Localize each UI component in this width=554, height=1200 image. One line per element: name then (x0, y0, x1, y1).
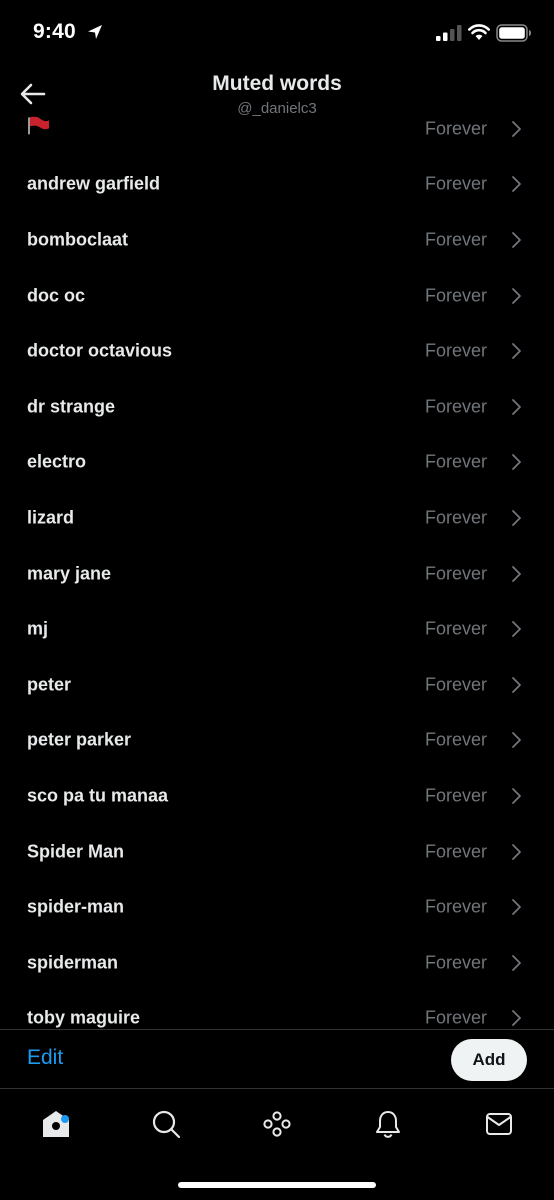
mute-duration: Forever (424, 841, 487, 862)
muted-word: andrew garfield (27, 173, 161, 194)
page-title: Muted words (212, 72, 342, 95)
mute-duration: Forever (424, 396, 487, 417)
battery-icon (496, 24, 531, 42)
bell-icon (376, 1111, 400, 1138)
edit-button[interactable]: Edit (27, 1046, 63, 1070)
muted-word: sco pa tu manaa (27, 785, 169, 806)
chevron-right-icon (512, 843, 521, 860)
mute-duration: Forever (424, 118, 487, 139)
search-icon (152, 1110, 181, 1139)
muted-word-row[interactable]: andrew garfield Forever (0, 157, 554, 213)
chevron-right-icon (512, 621, 521, 638)
mute-duration: Forever (424, 785, 487, 806)
muted-word: peter (27, 674, 72, 695)
muted-word-row[interactable]: Forever (0, 102, 554, 157)
spaces-icon (263, 1111, 291, 1137)
muted-word-row[interactable]: peter Forever (0, 657, 554, 713)
chevron-right-icon (512, 1010, 521, 1027)
muted-word: Spider Man (27, 841, 125, 862)
muted-word-row[interactable]: mary jane Forever (0, 546, 554, 602)
muted-word: dr strange (27, 396, 116, 417)
muted-word-row[interactable]: doc oc Forever (0, 268, 554, 324)
mute-duration: Forever (424, 563, 487, 584)
muted-word: lizard (27, 507, 75, 528)
chevron-right-icon (512, 732, 521, 749)
add-button[interactable]: Add (451, 1039, 527, 1081)
chevron-right-icon (512, 788, 521, 804)
mute-duration: Forever (424, 340, 487, 361)
chevron-right-icon (512, 565, 521, 582)
muted-word: doc oc (27, 285, 86, 306)
chevron-right-icon (512, 510, 521, 526)
muted-word: electro (27, 451, 87, 472)
status-bar: 9:40 (0, 0, 554, 66)
muted-word-row[interactable]: electro Forever (0, 435, 554, 491)
muted-word: bomboclaat (27, 229, 129, 250)
chevron-right-icon (512, 676, 521, 693)
muted-word: mj (27, 618, 49, 639)
muted-word-row[interactable]: peter parker Forever (0, 713, 554, 769)
chevron-right-icon (512, 954, 521, 971)
muted-word: spiderman (27, 952, 119, 973)
notification-dot (61, 1115, 69, 1123)
chevron-right-icon (512, 287, 521, 304)
mute-duration: Forever (424, 173, 487, 194)
muted-word: spider-man (27, 896, 125, 917)
mute-duration: Forever (424, 1007, 487, 1028)
wifi-icon (468, 24, 490, 40)
red-flag-icon (28, 116, 49, 135)
muted-word-row[interactable]: toby maguire Forever (0, 991, 554, 1030)
chevron-right-icon (512, 176, 521, 193)
tab-bar (0, 1090, 554, 1200)
muted-word-row[interactable]: mj Forever (0, 601, 554, 657)
chevron-right-icon (512, 343, 521, 360)
mute-duration: Forever (424, 674, 487, 695)
tab-home[interactable] (28, 1104, 84, 1144)
muted-word-row[interactable]: lizard Forever (0, 490, 554, 546)
muted-word-row[interactable]: Spider Man Forever (0, 824, 554, 880)
muted-word: doctor octavious (27, 340, 173, 361)
home-icon (43, 1111, 69, 1137)
status-time: 9:40 (33, 20, 76, 43)
mute-duration: Forever (424, 507, 487, 528)
home-indicator (178, 1182, 376, 1188)
muted-word-row[interactable]: bomboclaat Forever (0, 212, 554, 268)
mute-duration: Forever (424, 729, 487, 750)
cellular-signal-icon (436, 25, 462, 41)
muted-words-list[interactable]: Forever andrew garfield Forever bomboclaat F… (0, 102, 554, 1029)
muted-word: mary jane (27, 563, 112, 584)
mute-duration: Forever (424, 618, 487, 639)
muted-word-row[interactable]: doctor octavious Forever (0, 323, 554, 379)
mute-duration: Forever (424, 229, 487, 250)
mute-duration: Forever (424, 285, 487, 306)
mute-duration: Forever (424, 451, 487, 472)
mute-duration: Forever (424, 952, 487, 973)
action-bar: Edit Add (0, 1029, 554, 1089)
tab-notifications[interactable] (360, 1104, 416, 1144)
muted-word-row[interactable]: sco pa tu manaa Forever (0, 768, 554, 824)
mute-duration: Forever (424, 896, 487, 917)
tab-messages[interactable] (471, 1104, 527, 1144)
muted-word-row[interactable]: spider-man Forever (0, 879, 554, 935)
chevron-right-icon (512, 232, 521, 248)
chevron-right-icon (512, 398, 521, 415)
muted-word-row[interactable]: spiderman Forever (0, 935, 554, 991)
mail-icon (486, 1113, 512, 1135)
chevron-right-icon (512, 899, 521, 916)
muted-word: toby maguire (27, 1007, 141, 1028)
chevron-right-icon (512, 120, 521, 137)
tab-spaces[interactable] (249, 1104, 305, 1144)
muted-word-row[interactable]: dr strange Forever (0, 379, 554, 435)
muted-word: peter parker (27, 729, 132, 750)
location-arrow-icon (88, 25, 102, 39)
chevron-right-icon (512, 454, 521, 471)
tab-search[interactable] (138, 1104, 194, 1144)
